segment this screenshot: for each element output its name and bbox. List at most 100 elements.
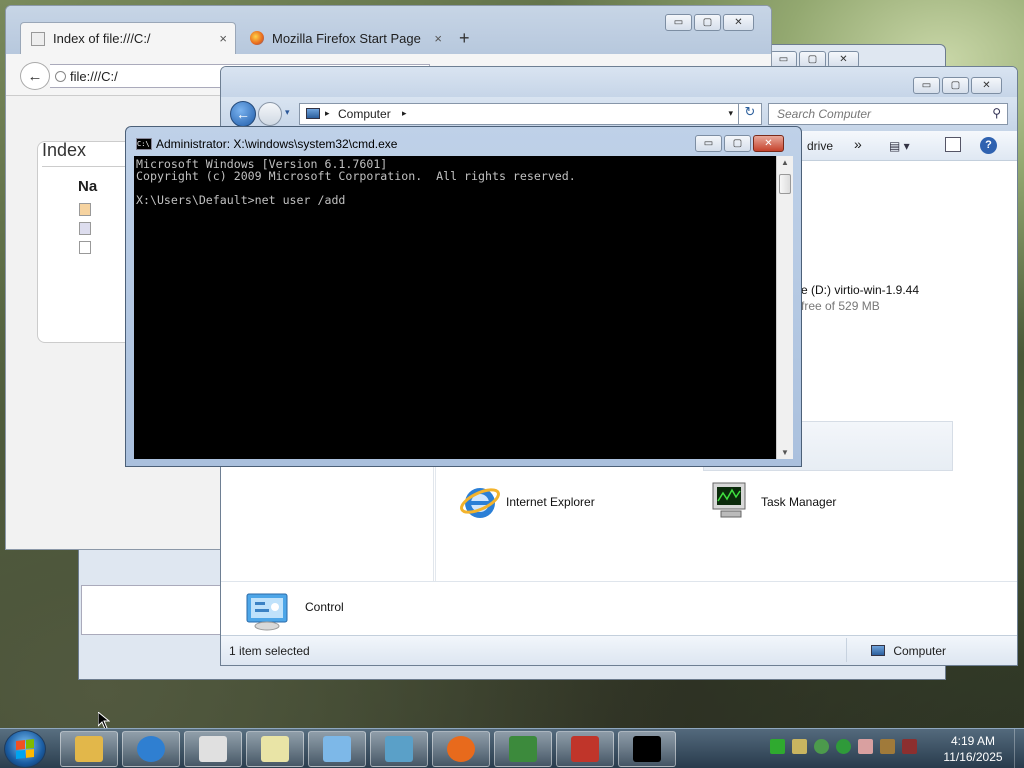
scroll-down-icon[interactable]: ▼: [781, 448, 789, 457]
close-button[interactable]: ✕: [723, 14, 754, 31]
cmd-title: Administrator: X:\windows\system32\cmd.e…: [156, 137, 398, 151]
taskbar-cmd-button[interactable]: [618, 731, 676, 767]
clock[interactable]: 4:19 AM 11/16/2025: [934, 733, 1012, 765]
more-commands-icon[interactable]: »: [854, 136, 862, 152]
back-button[interactable]: ←: [20, 62, 50, 90]
tray-device-icon[interactable]: [792, 739, 807, 754]
cmd-window-controls: ▭ ▢ ✕: [695, 135, 784, 152]
cmd-icon: [633, 736, 661, 762]
windows-flag-icon: [16, 739, 34, 759]
taskbar-explorer-button[interactable]: [60, 731, 118, 767]
search-placeholder: Search Computer: [777, 107, 872, 121]
taskbar-firefox-button[interactable]: [432, 731, 490, 767]
breadcrumb-computer[interactable]: Computer: [338, 107, 391, 121]
refresh-button[interactable]: ↻: [738, 103, 762, 125]
maximize-button[interactable]: ▢: [942, 77, 969, 94]
minimize-button[interactable]: ▭: [695, 135, 722, 152]
task-manager-label[interactable]: Task Manager: [761, 495, 836, 509]
task-manager-icon: [509, 736, 537, 762]
chevron-right-icon[interactable]: ▸: [402, 108, 407, 119]
close-button[interactable]: ✕: [753, 135, 784, 152]
drive-d-label[interactable]: e (D:) virtio-win-1.9.44: [801, 283, 919, 297]
tray-play-icon[interactable]: [836, 739, 851, 754]
photo-viewer-icon: [385, 736, 413, 762]
volume-muted-icon[interactable]: [902, 739, 917, 754]
computer-icon: [871, 645, 885, 656]
console-line: Copyright (c) 2009 Microsoft Corporation…: [136, 169, 576, 183]
clock-date: 11/16/2025: [943, 750, 1003, 764]
system-tray: [770, 739, 917, 754]
document-file-icon[interactable]: [79, 241, 91, 254]
view-options-button[interactable]: ▤ ▾: [889, 139, 910, 153]
tab-index-of-c[interactable]: Index of file:///C:/ ×: [20, 22, 236, 54]
firefox-icon: [447, 736, 475, 762]
taskbar-toolbox-button[interactable]: [556, 731, 614, 767]
firefox-tabstrip: Index of file:///C:/ × Mozilla Firefox S…: [6, 6, 771, 54]
control-label[interactable]: Control: [305, 600, 344, 614]
explorer-window-controls: ▭ ▢ ✕: [913, 77, 1002, 94]
control-panel-icon[interactable]: [245, 592, 291, 632]
tab-firefox-start-page[interactable]: Mozilla Firefox Start Page ×: [240, 22, 450, 54]
new-tab-button[interactable]: +: [459, 28, 470, 49]
firefox-icon: [250, 31, 264, 45]
back-button[interactable]: ←: [230, 101, 256, 127]
search-icon[interactable]: ⚲: [992, 106, 1001, 120]
console-prompt-line[interactable]: X:\Users\Default>net user /add: [136, 194, 776, 206]
status-divider: [846, 638, 847, 662]
tray-status-icon[interactable]: [770, 739, 785, 754]
toolbox-icon: [571, 736, 599, 762]
network-icon: [199, 736, 227, 762]
internet-explorer-icon: [137, 736, 165, 762]
taskbar-network-button[interactable]: [184, 731, 242, 767]
forward-button[interactable]: [258, 102, 282, 126]
recent-pages-dropdown[interactable]: ▾: [285, 107, 290, 118]
minimize-button[interactable]: ▭: [665, 14, 692, 31]
control-panel-group: Control: [221, 581, 1017, 637]
clock-time: 4:19 AM: [950, 734, 996, 748]
file-icon: [31, 31, 45, 46]
drive-d-free-space: free of 529 MB: [801, 299, 880, 313]
minimize-button[interactable]: ▭: [913, 77, 940, 94]
cmd-icon: C:\: [136, 138, 152, 150]
taskbar-photo-viewer-button[interactable]: [370, 731, 428, 767]
tray-security-icon[interactable]: [814, 739, 829, 754]
map-network-drive-button[interactable]: drive: [807, 139, 833, 153]
taskbar-task-manager-button[interactable]: [494, 731, 552, 767]
computer-icon: [306, 108, 320, 119]
taskbar-internet-explorer-button[interactable]: [122, 731, 180, 767]
tab-close-icon[interactable]: ×: [434, 31, 442, 46]
url-text: file:///C:/: [70, 69, 118, 84]
scroll-thumb[interactable]: [779, 174, 791, 194]
tab-close-icon[interactable]: ×: [219, 31, 227, 46]
tray-eject-icon[interactable]: [858, 739, 873, 754]
show-desktop-button[interactable]: [1014, 729, 1024, 768]
tab-label: Mozilla Firefox Start Page: [272, 30, 421, 46]
preview-pane-button[interactable]: [945, 137, 961, 152]
calendar-file-icon[interactable]: [79, 222, 91, 235]
task-manager-icon[interactable]: [709, 481, 755, 521]
taskbar-control-panel-button[interactable]: [308, 731, 366, 767]
close-button[interactable]: ✕: [971, 77, 1002, 94]
taskbar: 4:19 AM 11/16/2025: [0, 728, 1024, 768]
explorer-status-bar: 1 item selected Computer: [221, 635, 1017, 665]
image-file-icon[interactable]: [79, 203, 91, 216]
internet-explorer-icon[interactable]: [458, 479, 502, 523]
tray-action-center-icon[interactable]: [880, 739, 895, 754]
console-output[interactable]: Microsoft Windows [Version 6.1.7601] Copy…: [134, 156, 776, 459]
cmd-window[interactable]: C:\ Administrator: X:\windows\system32\c…: [125, 126, 802, 467]
status-location-label: Computer: [893, 644, 947, 658]
page-title: Index: [42, 140, 87, 160]
name-column-header[interactable]: Na: [78, 178, 97, 195]
scroll-up-icon[interactable]: ▲: [781, 158, 789, 167]
console-scrollbar[interactable]: ▲ ▼: [776, 156, 793, 459]
internet-explorer-label[interactable]: Internet Explorer: [506, 495, 595, 509]
start-button[interactable]: [4, 730, 46, 768]
address-dropdown[interactable]: ▾: [728, 108, 733, 119]
breadcrumb[interactable]: ▸ Computer ▸ ▾: [299, 103, 739, 125]
search-input[interactable]: Search Computer ⚲: [768, 103, 1008, 125]
taskbar-paint-button[interactable]: [246, 731, 304, 767]
help-icon[interactable]: ?: [980, 137, 997, 154]
maximize-button[interactable]: ▢: [724, 135, 751, 152]
maximize-button[interactable]: ▢: [694, 14, 721, 31]
chevron-right-icon[interactable]: ▸: [325, 108, 330, 119]
